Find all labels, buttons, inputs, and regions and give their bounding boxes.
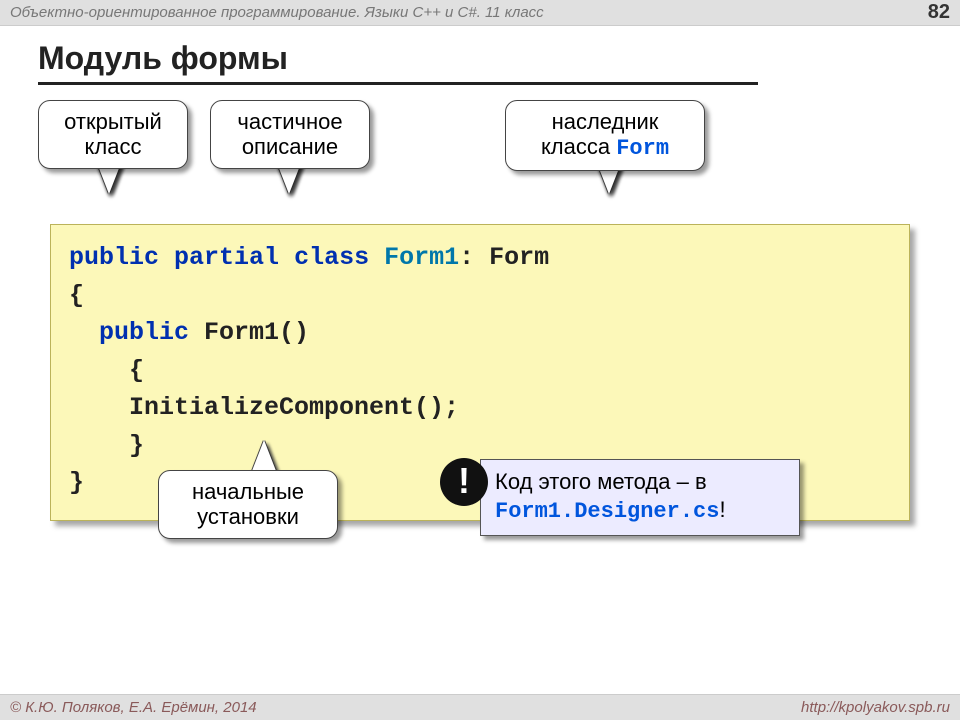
footer-bar: © К.Ю. Поляков, Е.А. Ерёмин, 2014 http:/… [0,694,960,720]
info-box: Код этого метода – в Form1.Designer.cs! [480,459,800,536]
callout-partial-l2: описание [227,134,353,159]
callout-partial-l1: частичное [227,109,353,134]
info-line1: Код этого метода – в [495,468,785,496]
course-label: Объектно-ориентированное программировани… [10,4,544,21]
callout-public: открытый класс [38,100,188,169]
callout-inherit-l1: наследник [522,109,688,134]
callout-inherit: наследник класса Form [505,100,705,171]
info-line2: Form1.Designer.cs! [495,496,785,526]
page-number: 82 [928,1,950,24]
header-bar: Объектно-ориентированное программировани… [0,0,960,26]
callout-partial: частичное описание [210,100,370,169]
title-underline [38,82,758,85]
callout-public-l2: класс [55,134,171,159]
callout-initial-l1: начальные [175,479,321,504]
callout-inherit-l2: класса Form [522,134,688,161]
exclamation-icon: ! [440,458,488,506]
footer-copyright: © К.Ю. Поляков, Е.А. Ерёмин, 2014 [10,699,257,716]
slide-title: Модуль формы [38,40,288,77]
callout-public-l1: открытый [55,109,171,134]
footer-url: http://kpolyakov.spb.ru [801,699,950,716]
callout-initial-l2: установки [175,504,321,529]
callout-initial: начальные установки [158,470,338,539]
